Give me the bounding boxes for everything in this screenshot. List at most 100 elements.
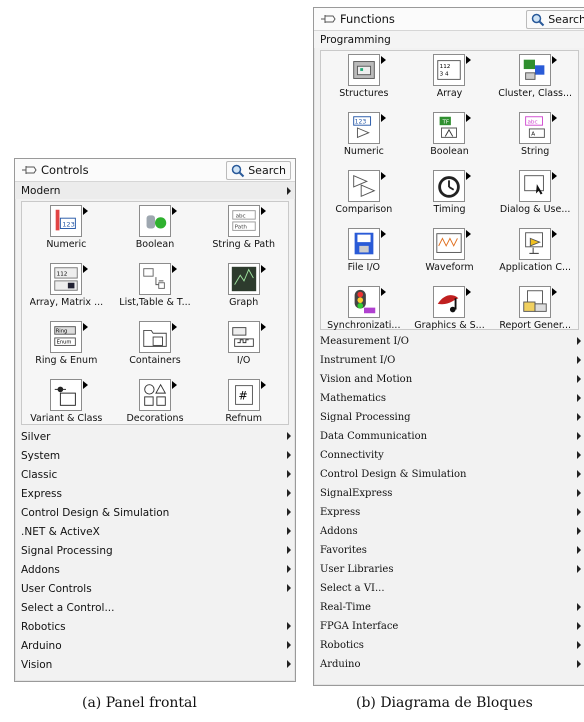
report-generation-icon bbox=[519, 286, 552, 318]
controls-category-item[interactable]: Express bbox=[15, 484, 295, 503]
controls-palette-item[interactable]: Boolean bbox=[111, 202, 200, 260]
controls-category-item[interactable]: Vision bbox=[15, 655, 295, 674]
category-modern[interactable]: Modern bbox=[15, 182, 295, 199]
waveform-icon bbox=[433, 228, 466, 260]
controls-category-item[interactable]: Arduino bbox=[15, 636, 295, 655]
functions-palette-item[interactable]: Application C... bbox=[492, 225, 578, 283]
decorations-icon bbox=[138, 379, 171, 411]
functions-category-item[interactable]: Control Design & Simulation bbox=[314, 465, 584, 484]
functions-category-item[interactable]: Favorites bbox=[314, 541, 584, 560]
list-table-icon bbox=[138, 263, 171, 295]
functions-category-item[interactable]: Express bbox=[314, 503, 584, 522]
controls-search-button[interactable]: Search bbox=[226, 161, 291, 180]
controls-palette-item[interactable]: abc Path String & Path bbox=[199, 202, 288, 260]
functions-category-item[interactable]: Vision and Motion bbox=[314, 370, 584, 389]
controls-category-item[interactable]: System bbox=[15, 446, 295, 465]
category-programming[interactable]: Programming bbox=[314, 31, 584, 48]
controls-palette-item[interactable]: 112 Array, Matrix ... bbox=[22, 260, 111, 318]
controls-palette-item[interactable]: Variant & Class bbox=[22, 376, 111, 434]
functions-title-bar[interactable]: Functions Search bbox=[314, 8, 584, 31]
functions-palette-item[interactable]: Dialog & Use... bbox=[492, 167, 578, 225]
svg-text:112: 112 bbox=[57, 271, 68, 277]
svg-text:abc: abc bbox=[235, 213, 245, 219]
controls-category-item[interactable]: .NET & ActiveX bbox=[15, 522, 295, 541]
controls-category-item[interactable]: Addons bbox=[15, 560, 295, 579]
timing-icon bbox=[433, 170, 466, 202]
functions-palette-item-label: Graphics & S... bbox=[414, 320, 485, 331]
controls-category-item[interactable]: Robotics bbox=[15, 617, 295, 636]
functions-category-item[interactable]: Real-Time bbox=[314, 598, 584, 617]
functions-palette-item[interactable]: abc A String bbox=[492, 109, 578, 167]
functions-category-item[interactable]: SignalExpress bbox=[314, 484, 584, 503]
controls-category-item[interactable]: Classic bbox=[15, 465, 295, 484]
functions-palette-item[interactable]: Timing bbox=[407, 167, 493, 225]
functions-category-item[interactable]: Instrument I/O bbox=[314, 351, 584, 370]
cluster-class-icon bbox=[519, 54, 552, 86]
controls-palette-item[interactable]: List,Table & T... bbox=[111, 260, 200, 318]
functions-palette-item[interactable]: Comparison bbox=[321, 167, 407, 225]
submenu-arrow-icon bbox=[577, 413, 581, 421]
functions-palette-item-label: Cluster, Class... bbox=[498, 88, 573, 99]
svg-text:A: A bbox=[531, 132, 535, 138]
pin-icon[interactable] bbox=[21, 164, 37, 176]
controls-palette-item[interactable]: # Refnum bbox=[199, 376, 288, 434]
functions-palette-item[interactable]: TF Boolean bbox=[407, 109, 493, 167]
controls-palette-item-label: I/O bbox=[236, 355, 251, 366]
functions-category-item[interactable]: Connectivity bbox=[314, 446, 584, 465]
submenu-arrow-icon bbox=[577, 546, 581, 554]
category-label: Classic bbox=[21, 468, 58, 481]
search-label: Search bbox=[548, 13, 584, 26]
controls-title-bar[interactable]: Controls Search bbox=[15, 159, 295, 182]
functions-category-item[interactable]: Arduino bbox=[314, 655, 584, 674]
submenu-arrow-icon bbox=[577, 622, 581, 630]
controls-category-item[interactable]: User Controls bbox=[15, 579, 295, 598]
functions-palette-item[interactable]: 112 3 4 Array bbox=[407, 51, 493, 109]
category-label: Arduino bbox=[21, 639, 62, 652]
functions-category-item[interactable]: Mathematics bbox=[314, 389, 584, 408]
pin-icon[interactable] bbox=[320, 13, 336, 25]
submenu-arrow-icon bbox=[577, 641, 581, 649]
functions-category-item[interactable]: Robotics bbox=[314, 636, 584, 655]
category-label: SignalExpress bbox=[320, 488, 393, 499]
controls-palette-item[interactable]: I/O bbox=[199, 318, 288, 376]
submenu-arrow-icon bbox=[577, 565, 581, 573]
functions-palette-item[interactable]: 123 Numeric bbox=[321, 109, 407, 167]
controls-category-item[interactable]: Silver bbox=[15, 427, 295, 446]
category-label: Data Communication bbox=[320, 431, 428, 442]
controls-category-item[interactable]: Signal Processing bbox=[15, 541, 295, 560]
category-label: Instrument I/O bbox=[320, 355, 396, 366]
functions-palette-item[interactable]: Cluster, Class... bbox=[492, 51, 578, 109]
submenu-arrow-icon bbox=[287, 622, 291, 630]
submenu-arrow-icon bbox=[287, 470, 291, 478]
functions-search-button[interactable]: Search bbox=[526, 10, 584, 29]
controls-palette-item[interactable]: 123 Numeric bbox=[22, 202, 111, 260]
submenu-arrow-icon bbox=[287, 527, 291, 535]
functions-category-item[interactable]: Measurement I/O bbox=[314, 332, 584, 351]
functions-category-item[interactable]: Signal Processing bbox=[314, 408, 584, 427]
functions-category-item[interactable]: Data Communication bbox=[314, 427, 584, 446]
controls-palette-item[interactable]: Decorations bbox=[111, 376, 200, 434]
functions-palette-item[interactable]: File I/O bbox=[321, 225, 407, 283]
functions-category-item[interactable]: User Libraries bbox=[314, 560, 584, 579]
functions-palette-item[interactable]: Structures bbox=[321, 51, 407, 109]
controls-palette-item-label: Array, Matrix ... bbox=[29, 297, 104, 308]
category-label: User Controls bbox=[21, 582, 92, 595]
category-label: Modern bbox=[21, 184, 61, 197]
controls-palette-item[interactable]: Graph bbox=[199, 260, 288, 318]
submenu-arrow-icon bbox=[287, 489, 291, 497]
submenu-arrow-icon bbox=[577, 432, 581, 440]
functions-category-item[interactable]: Addons bbox=[314, 522, 584, 541]
string-path-icon: abc Path bbox=[227, 205, 260, 237]
category-label: Addons bbox=[21, 563, 60, 576]
controls-category-item[interactable]: Select a Control... bbox=[15, 598, 295, 617]
controls-category-item[interactable]: Control Design & Simulation bbox=[15, 503, 295, 522]
controls-palette-item[interactable]: Ring Enum Ring & Enum bbox=[22, 318, 111, 376]
category-label: Silver bbox=[21, 430, 51, 443]
submenu-arrow-icon bbox=[577, 527, 581, 535]
controls-palette-item[interactable]: Containers bbox=[111, 318, 200, 376]
functions-category-item[interactable]: FPGA Interface bbox=[314, 617, 584, 636]
functions-category-item[interactable]: Select a VI... bbox=[314, 579, 584, 598]
svg-text:Ring: Ring bbox=[56, 328, 68, 334]
functions-icon-grid: Structures 112 3 4 Array Cluster, Class... 12… bbox=[320, 50, 579, 331]
functions-palette-item[interactable]: Waveform bbox=[407, 225, 493, 283]
